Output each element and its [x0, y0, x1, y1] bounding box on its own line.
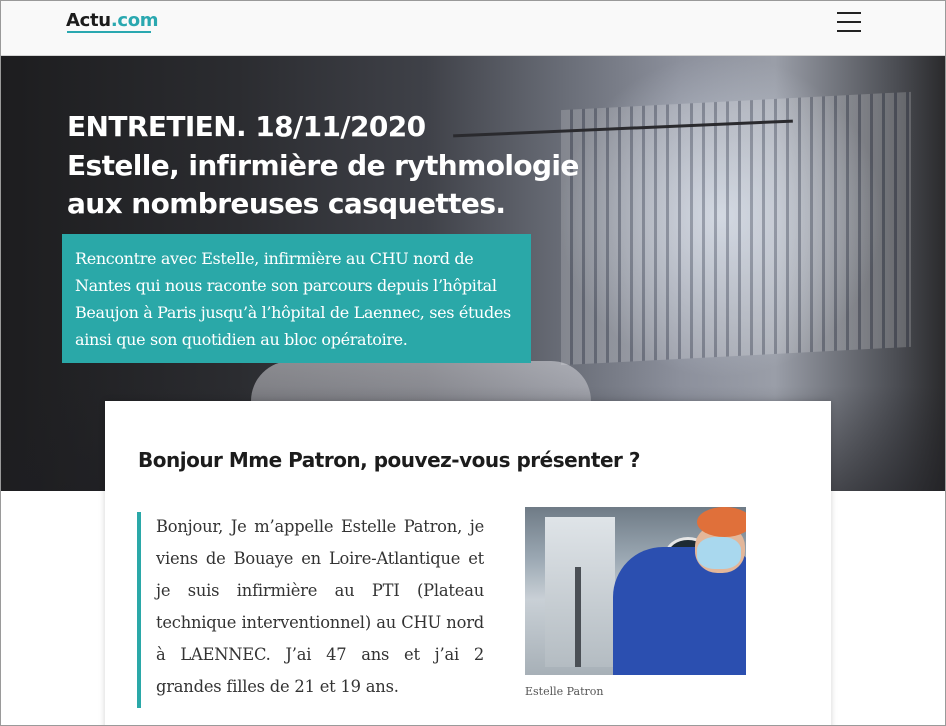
interview-answer-text: Bonjour, Je m’appelle Estelle Patron, je…	[156, 517, 484, 696]
photo-caption: Estelle Patron	[525, 685, 604, 698]
interview-photo	[525, 507, 746, 675]
hero-title-line-2: Estelle, infirmière de rythmologie	[67, 148, 579, 182]
logo-underline	[67, 31, 151, 33]
hero-title-line-1: ENTRETIEN. 18/11/2020	[67, 110, 426, 143]
site-logo[interactable]: Actu.com	[66, 10, 159, 31]
menu-bar-middle	[837, 21, 861, 23]
photo-surgical-mask	[697, 537, 741, 569]
logo-text-accent: .com	[110, 10, 159, 31]
photo-surgical-cap	[697, 507, 746, 537]
menu-bar-top	[837, 12, 861, 14]
site-header: Actu.com	[1, 1, 945, 56]
page-frame: Actu.com ENTRETIEN. 18/11/2020 Estelle, …	[0, 0, 946, 726]
photo-tube	[575, 567, 581, 667]
logo-text-main: Actu	[66, 10, 111, 31]
interview-question: Bonjour Mme Patron, pouvez-vous présente…	[138, 448, 640, 472]
hamburger-menu-icon[interactable]	[835, 9, 863, 35]
hero-background-blinds	[561, 91, 911, 366]
menu-bar-bottom	[837, 30, 861, 32]
hero-title: ENTRETIEN. 18/11/2020 Estelle, infirmièr…	[67, 108, 579, 224]
hero-title-line-3: aux nombreuses casquettes.	[67, 187, 506, 220]
intro-box: Rencontre avec Estelle, infirmière au CH…	[62, 234, 531, 363]
article-card: Bonjour Mme Patron, pouvez-vous présente…	[105, 401, 831, 725]
interview-answer-quote: Bonjour, Je m’appelle Estelle Patron, je…	[137, 512, 484, 708]
